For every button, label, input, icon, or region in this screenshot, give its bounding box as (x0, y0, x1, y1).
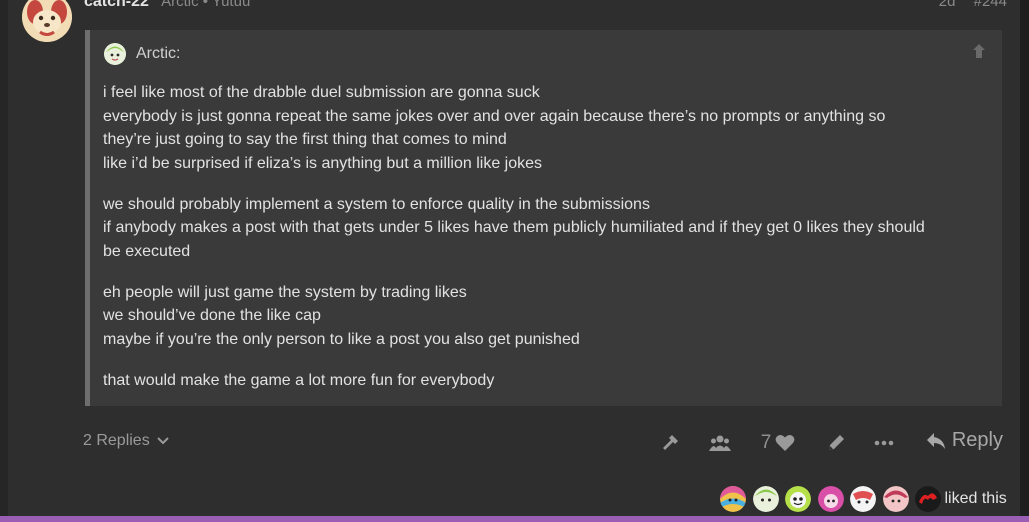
post-header: catch-22 Arctic • Yutuu 2d #244 (84, 0, 1007, 12)
more-icon[interactable] (873, 432, 895, 454)
quote-paragraph: i feel like most of the drabble duel sub… (103, 81, 993, 175)
reply-arrow-icon (926, 432, 945, 449)
liker-avatar[interactable] (785, 486, 811, 512)
reply-button[interactable]: Reply (926, 429, 1003, 452)
liker-avatar[interactable] (817, 486, 844, 512)
liker-avatar[interactable] (915, 486, 941, 512)
arrow-up-icon[interactable] (970, 42, 988, 60)
liker-avatar[interactable] (752, 486, 779, 512)
quote-line: everybody is just gonna repeat the same … (103, 107, 886, 125)
liker-avatar[interactable] (720, 486, 746, 512)
likers-row: liked this (720, 486, 1007, 512)
liker-avatar[interactable] (882, 486, 909, 512)
post-number[interactable]: #244 (974, 0, 1007, 10)
quote-author: Arctic: (136, 45, 181, 62)
quote-paragraph: that would make the game a lot more fun … (103, 369, 993, 393)
quote-line: i feel like most of the drabble duel sub… (103, 84, 540, 101)
liked-this-label: liked this (944, 490, 1007, 507)
quote-line: they’re just going to say the first thin… (103, 131, 507, 148)
quote-avatar[interactable] (104, 43, 126, 65)
reply-to-info[interactable]: Arctic • Yutuu (161, 0, 250, 10)
quote-header: Arctic: (104, 42, 180, 66)
hammer-icon[interactable] (660, 432, 682, 454)
scrollbar-track[interactable] (1020, 0, 1029, 516)
quote-paragraph: eh people will just game the system by t… (103, 281, 993, 352)
replies-toggle[interactable]: 2 Replies (83, 432, 170, 450)
chevron-down-icon (156, 437, 169, 445)
replies-label: 2 Replies (83, 432, 150, 449)
heart-icon (775, 435, 795, 451)
post-actions: 2 Replies 7 Reply (83, 428, 1003, 458)
like-button[interactable]: 7 (757, 432, 799, 454)
quote-block: Arctic: i feel like most of the drabble … (85, 30, 1002, 406)
reply-label: Reply (951, 429, 1003, 451)
quote-line: be executed (103, 242, 191, 260)
quote-line: if anybody makes a post with that gets u… (103, 219, 925, 236)
quote-line: we should’ve done the like cap (103, 307, 321, 324)
quote-line: that would make the game a lot more fun … (103, 371, 495, 389)
quote-line: maybe if you’re the only person to like … (103, 330, 580, 348)
next-post-divider (0, 516, 1029, 522)
pencil-icon[interactable] (825, 432, 847, 454)
quote-body: i feel like most of the drabble duel sub… (103, 81, 993, 410)
group-icon[interactable] (708, 432, 732, 454)
username-link[interactable]: catch-22 (84, 0, 149, 10)
quote-line: like i’d be surprised if eliza’s is anyt… (103, 154, 543, 172)
quote-line: eh people will just game the system by t… (103, 283, 467, 301)
post-meta: 2d #244 (925, 0, 1007, 12)
like-count: 7 (760, 432, 772, 453)
quote-paragraph: we should probably implement a system to… (103, 193, 993, 264)
quote-line: we should probably implement a system to… (103, 195, 650, 213)
liker-avatar[interactable] (850, 486, 876, 512)
post-age[interactable]: 2d (939, 0, 956, 10)
